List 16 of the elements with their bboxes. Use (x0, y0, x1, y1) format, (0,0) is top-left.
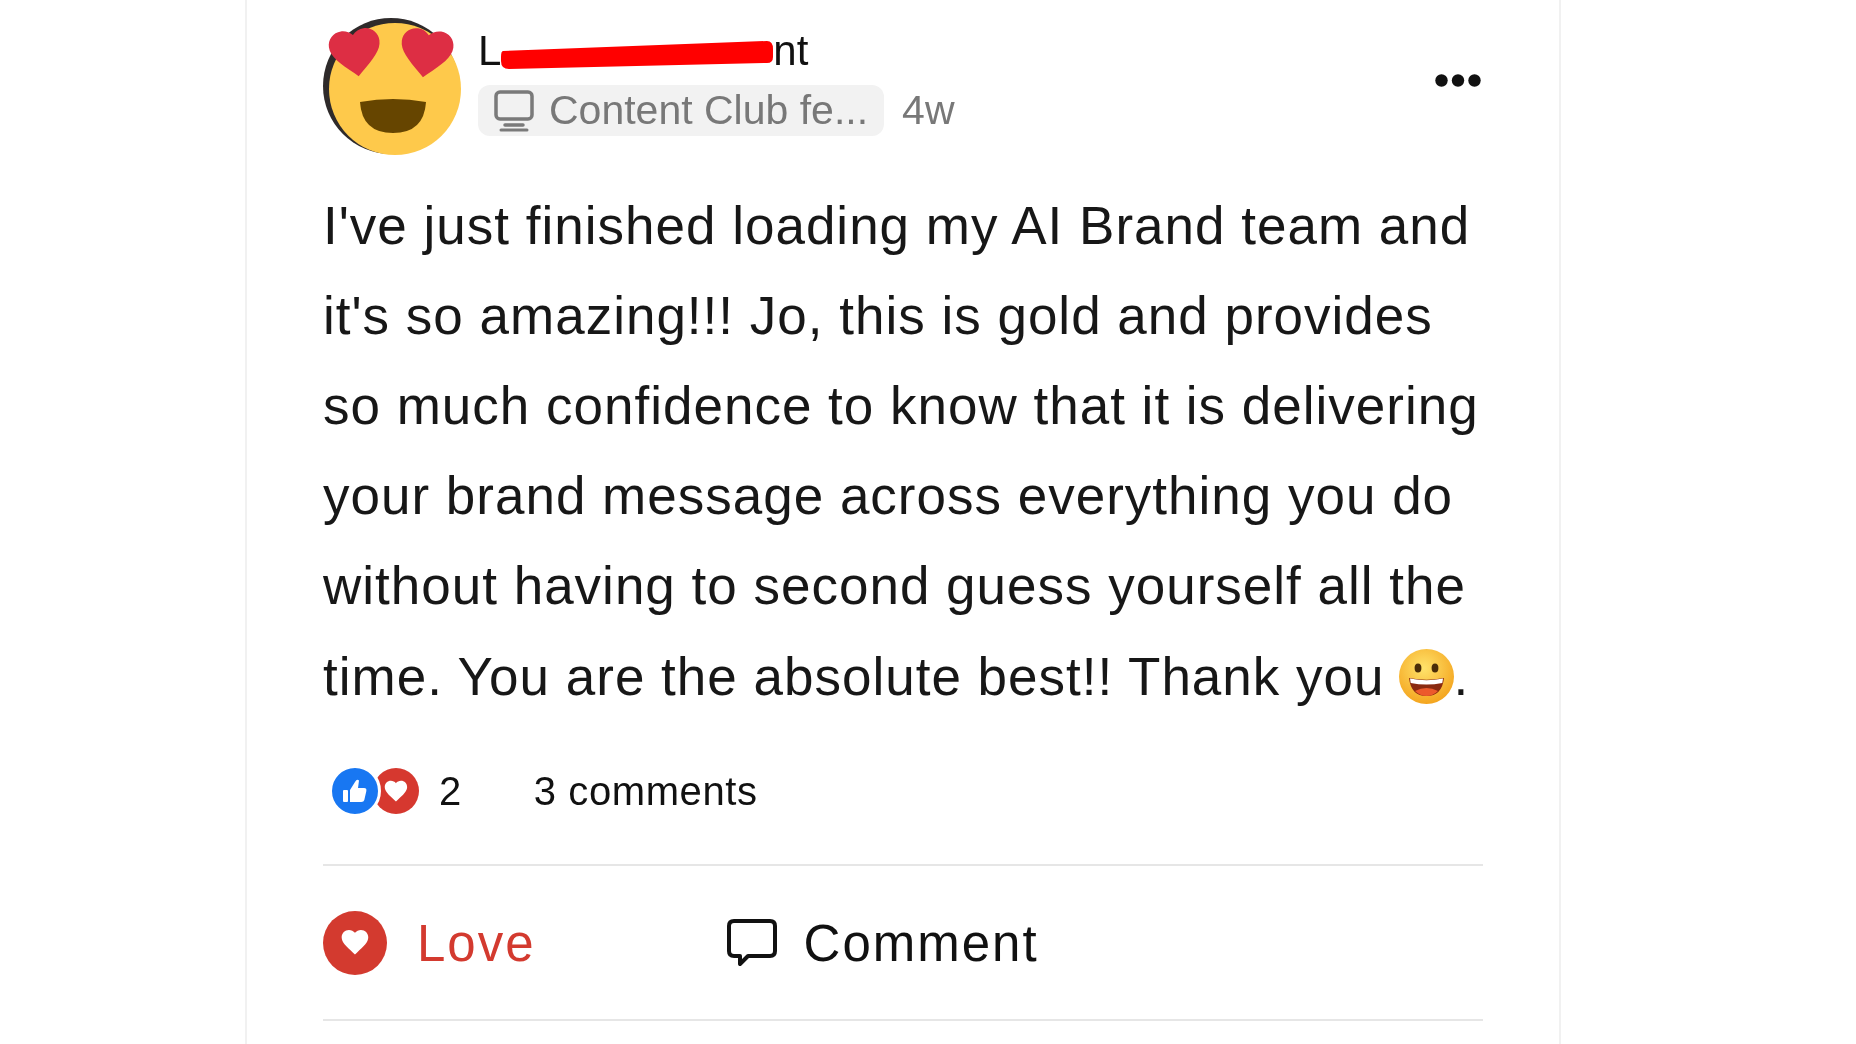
more-options-icon (1435, 74, 1481, 87)
love-button[interactable]: Love (323, 911, 536, 975)
speech-bubble-icon (725, 918, 778, 968)
thumbs-up-icon (329, 765, 381, 817)
more-options-button[interactable] (1435, 74, 1481, 87)
comments-count-link[interactable]: 3 comments (533, 768, 758, 814)
monitor-icon (494, 89, 534, 132)
post-text: time. You are the absolute best!! Thank you (323, 645, 1385, 707)
author-name-text[interactable]: nt (773, 26, 809, 76)
punctuation-text: . (1453, 645, 1470, 707)
reaction-count-text[interactable]: 2 (439, 768, 462, 814)
grinning-face-emoji-icon (1398, 648, 1454, 704)
comment-button[interactable]: Comment (725, 913, 1039, 973)
post-time-text: 4w (902, 87, 955, 134)
author-name-text[interactable]: L (478, 26, 502, 76)
community-badge[interactable]: Content Club fe... (478, 85, 885, 136)
